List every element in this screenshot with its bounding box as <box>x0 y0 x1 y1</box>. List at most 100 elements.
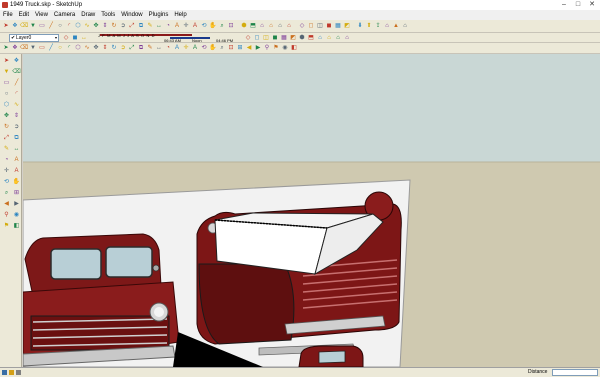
rectangle-icon[interactable]: ▭ <box>38 44 46 52</box>
axes-icon[interactable]: ✛ <box>182 44 190 52</box>
top-view-icon[interactable]: ⬒ <box>249 22 257 30</box>
right-view-icon[interactable]: ⌂ <box>325 34 333 42</box>
left-component-icon[interactable]: ❖ <box>12 57 21 65</box>
left-eraser-icon[interactable]: ⌫ <box>12 68 21 76</box>
polygon-icon[interactable]: ⬡ <box>74 44 82 52</box>
menu-file[interactable]: File <box>0 10 16 20</box>
line-icon[interactable]: ╱ <box>47 22 55 30</box>
follow-me-icon[interactable]: ➲ <box>119 22 127 30</box>
left-circle-icon[interactable]: ○ <box>2 90 11 98</box>
next-view-icon[interactable]: ▶ <box>254 44 262 52</box>
left-zoom-extents-icon[interactable]: ⊞ <box>12 189 21 197</box>
scale-icon[interactable]: ⤢ <box>128 22 136 30</box>
share-component-icon[interactable]: ⇪ <box>374 22 382 30</box>
maximize-button[interactable]: □ <box>572 1 584 9</box>
text-icon[interactable]: A <box>173 22 181 30</box>
tape-measure-icon[interactable]: ✎ <box>146 22 154 30</box>
left-offset-icon[interactable]: ⧉ <box>12 134 21 142</box>
left-previous-icon[interactable]: ◀ <box>2 200 11 208</box>
monochrome-icon[interactable]: ◩ <box>343 22 351 30</box>
circle-icon[interactable]: ○ <box>56 44 64 52</box>
orbit-icon[interactable]: ⟲ <box>200 44 208 52</box>
left-pan-icon[interactable]: ✋ <box>12 178 21 186</box>
menu-camera[interactable]: Camera <box>51 10 78 20</box>
left-rectangle-icon[interactable]: ▭ <box>2 79 11 87</box>
left-freehand-icon[interactable]: ∿ <box>12 101 21 109</box>
dimension-icon[interactable]: ↔ <box>155 44 163 52</box>
protractor-icon[interactable]: ◔ <box>164 44 172 52</box>
zoom-window-icon[interactable]: ⊡ <box>227 22 235 30</box>
menu-edit[interactable]: Edit <box>16 10 32 20</box>
line-icon[interactable]: ╱ <box>47 44 55 52</box>
previous-view-icon[interactable]: ◀ <box>245 44 253 52</box>
left-section-plane-icon[interactable]: ◧ <box>12 222 21 230</box>
shaded-textures-icon[interactable]: ▦ <box>280 34 288 42</box>
arc-icon[interactable]: ◜ <box>65 44 73 52</box>
paint-icon[interactable]: ▼ <box>29 44 37 52</box>
pan-icon[interactable]: ✋ <box>209 22 217 30</box>
dimension-icon[interactable]: ↔ <box>80 34 88 42</box>
3d-text-icon[interactable]: A <box>191 22 199 30</box>
hidden-line-icon[interactable]: ◫ <box>262 34 270 42</box>
3d-scene[interactable] <box>23 54 600 367</box>
hidden-line-icon[interactable]: ◫ <box>316 22 324 30</box>
offset-icon[interactable]: ⧉ <box>137 44 145 52</box>
left-line-icon[interactable]: ╱ <box>12 79 21 87</box>
menu-window[interactable]: Window <box>118 10 145 20</box>
wireframe-icon[interactable]: ◻ <box>307 22 315 30</box>
dimension-icon[interactable]: ↔ <box>155 22 163 30</box>
move-icon[interactable]: ✥ <box>92 44 100 52</box>
tape-measure-icon[interactable]: ✎ <box>146 44 154 52</box>
menu-view[interactable]: View <box>32 10 51 20</box>
protractor-icon[interactable]: ◔ <box>164 22 172 30</box>
left-move-icon[interactable]: ✥ <box>2 112 11 120</box>
monochrome-icon[interactable]: ◩ <box>289 34 297 42</box>
offset-icon[interactable]: ⧉ <box>137 22 145 30</box>
truck-front-view[interactable] <box>23 233 180 367</box>
zoom-window-icon[interactable]: ⊡ <box>227 44 235 52</box>
arc-icon[interactable]: ◜ <box>65 22 73 30</box>
left-3d-text-icon[interactable]: A <box>12 167 21 175</box>
freehand-icon[interactable]: ∿ <box>83 22 91 30</box>
layer-dropdown[interactable]: ✔ Layer0 ▾ <box>9 34 59 42</box>
zoom-extents-icon[interactable]: ⊞ <box>236 44 244 52</box>
xray-icon[interactable]: ◇ <box>62 34 70 42</box>
select-icon[interactable]: ➤ <box>2 44 10 52</box>
shaded-icon[interactable]: ◼ <box>271 34 279 42</box>
make-component-icon[interactable]: ❖ <box>11 22 19 30</box>
left-dimension-icon[interactable]: ↔ <box>12 145 21 153</box>
left-position-camera-icon[interactable]: ⚲ <box>2 211 11 219</box>
xray-icon[interactable]: ◇ <box>244 34 252 42</box>
top-view-icon[interactable]: ⬒ <box>307 34 315 42</box>
back-view-icon[interactable]: ⌂ <box>276 22 284 30</box>
right-view-icon[interactable]: ⌂ <box>267 22 275 30</box>
polygon-icon[interactable]: ⬡ <box>74 22 82 30</box>
warehouse-icon[interactable]: ⌂ <box>383 22 391 30</box>
left-arc-icon[interactable]: ◜ <box>12 90 21 98</box>
axes-icon[interactable]: ✛ <box>182 22 190 30</box>
text-icon[interactable]: A <box>173 44 181 52</box>
shaded-textures-icon[interactable]: ▦ <box>334 22 342 30</box>
freehand-icon[interactable]: ∿ <box>83 44 91 52</box>
look-around-icon[interactable]: ◉ <box>281 44 289 52</box>
push-pull-icon[interactable]: ⇕ <box>101 44 109 52</box>
iso-view-icon[interactable]: ⬢ <box>298 34 306 42</box>
close-button[interactable]: ✕ <box>586 1 598 9</box>
left-text-icon[interactable]: A <box>12 156 21 164</box>
push-pull-icon[interactable]: ⇕ <box>101 22 109 30</box>
left-push-pull-icon[interactable]: ⇕ <box>12 112 21 120</box>
shaded-icon[interactable]: ◼ <box>325 22 333 30</box>
orbit-icon[interactable]: ⟲ <box>200 22 208 30</box>
get-models-icon[interactable]: ⬇ <box>356 22 364 30</box>
zoom-icon[interactable]: ⌕ <box>218 22 226 30</box>
left-select-icon[interactable]: ➤ <box>2 57 11 65</box>
left-axes-icon[interactable]: ✛ <box>2 167 11 175</box>
iso-view-icon[interactable]: ⬢ <box>240 22 248 30</box>
rectangle-icon[interactable]: ▭ <box>38 22 46 30</box>
move-icon[interactable]: ✥ <box>92 22 100 30</box>
walk-icon[interactable]: ⚑ <box>272 44 280 52</box>
front-view-icon[interactable]: ⌂ <box>316 34 324 42</box>
left-walk-icon[interactable]: ⚑ <box>2 222 11 230</box>
left-tape-measure-icon[interactable]: ✎ <box>2 145 11 153</box>
eraser-icon[interactable]: ⌫ <box>20 44 28 52</box>
